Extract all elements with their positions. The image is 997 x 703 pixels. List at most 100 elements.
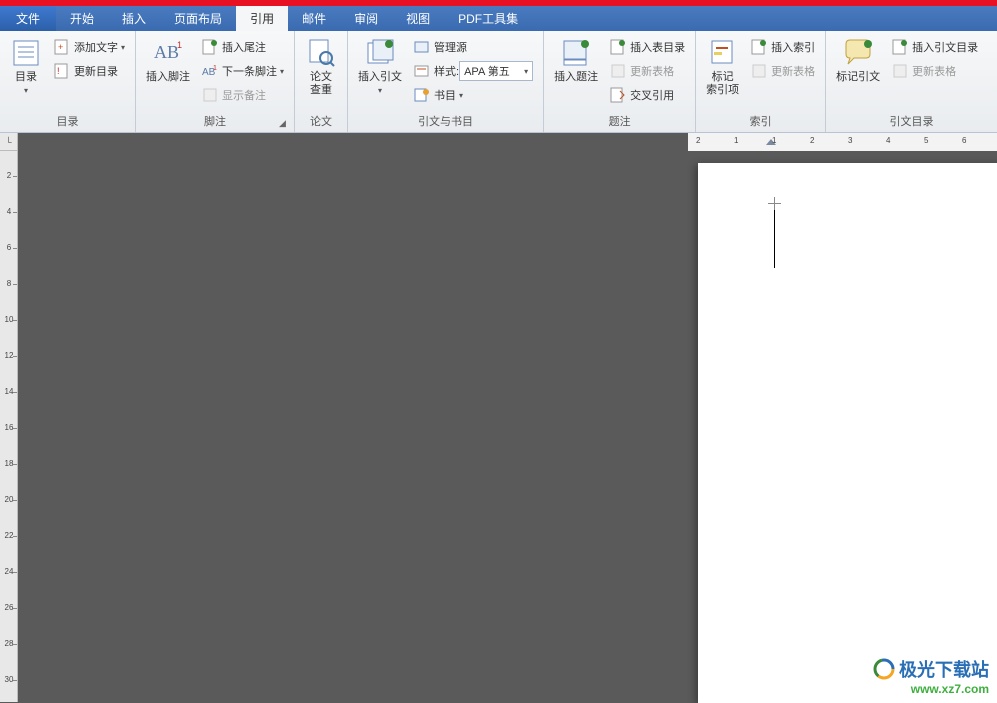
- footnotes-launcher[interactable]: ◢: [279, 118, 291, 130]
- manage-sources-icon: [414, 39, 430, 55]
- group-label-citations: 引文与书目: [352, 111, 539, 132]
- bibliography-button[interactable]: 书目 ▾: [410, 84, 537, 106]
- tab-layout[interactable]: 页面布局: [160, 6, 236, 31]
- tab-review[interactable]: 审阅: [340, 6, 392, 31]
- workspace: └ 24681012141618202224262830 21123456: [0, 133, 997, 702]
- insert-tof-button[interactable]: 插入表目录: [606, 36, 689, 58]
- insert-toa-label: 插入引文目录: [912, 39, 978, 55]
- insert-toa-button[interactable]: 插入引文目录: [888, 36, 982, 58]
- chevron-down-icon: ▾: [24, 86, 28, 95]
- update-toc-icon: !: [54, 63, 70, 79]
- group-label-footnotes: 脚注: [140, 111, 290, 132]
- svg-text:+: +: [58, 42, 63, 52]
- next-footnote-button[interactable]: AB1 下一条脚注 ▾: [198, 60, 288, 82]
- group-toa: 标记引文 插入引文目录 更新表格 引文目录: [826, 31, 997, 132]
- toc-button[interactable]: 目录▾: [4, 34, 48, 97]
- group-label-captions: 题注: [548, 111, 691, 132]
- paper-check-label: 论文 查重: [310, 71, 332, 97]
- show-notes-button[interactable]: 显示备注: [198, 84, 288, 106]
- update-toc-label: 更新目录: [74, 63, 118, 79]
- add-text-button[interactable]: + 添加文字 ▾: [50, 36, 129, 58]
- citation-style-select[interactable]: APA 第五 ▾: [459, 61, 533, 81]
- hruler-tick: 6: [962, 136, 966, 145]
- insert-footnote-button[interactable]: AB1 插入脚注: [140, 34, 196, 84]
- chevron-down-icon: ▾: [280, 67, 284, 76]
- insert-tof-label: 插入表目录: [630, 39, 685, 55]
- hruler-tick: 2: [696, 136, 700, 145]
- next-footnote-icon: AB1: [202, 63, 218, 79]
- group-paper: 论文 查重 论文: [295, 31, 348, 132]
- add-text-label: 添加文字: [74, 39, 118, 55]
- hruler-tick: 1: [772, 136, 776, 145]
- document-page[interactable]: [698, 163, 997, 703]
- hruler-tick: 4: [886, 136, 890, 145]
- vruler-tick: 8: [2, 279, 16, 288]
- paper-check-icon: [305, 37, 337, 69]
- cross-ref-icon: [610, 87, 626, 103]
- vruler-tick: 26: [2, 603, 16, 612]
- tab-references[interactable]: 引用: [236, 6, 288, 31]
- watermark: 极光下载站 www.xz7.com: [873, 656, 989, 696]
- chevron-down-icon: ▾: [524, 67, 528, 76]
- citation-style-row: 样式: APA 第五 ▾: [410, 60, 537, 82]
- mark-citation-button[interactable]: 标记引文: [830, 34, 886, 84]
- toc-label: 目录▾: [15, 71, 37, 97]
- vruler-tick: 22: [2, 531, 16, 540]
- vruler-tick: 28: [2, 639, 16, 648]
- svg-text:1: 1: [213, 65, 217, 72]
- insert-endnote-button[interactable]: 插入尾注: [198, 36, 288, 58]
- hruler-inactive: [18, 133, 688, 151]
- insert-footnote-label: 插入脚注: [146, 71, 190, 84]
- manage-sources-label: 管理源: [434, 39, 467, 55]
- update-table-icon: [610, 63, 626, 79]
- update-toa-label: 更新表格: [912, 63, 956, 79]
- mark-index-label: 标记 索引项: [706, 71, 739, 97]
- tab-insert[interactable]: 插入: [108, 6, 160, 31]
- ruler-corner[interactable]: └: [0, 133, 17, 151]
- vruler-tick: 18: [2, 459, 16, 468]
- vruler-tick: 2: [2, 171, 16, 180]
- insert-index-icon: [751, 39, 767, 55]
- vruler-tick: 4: [2, 207, 16, 216]
- insert-citation-button[interactable]: 插入引文▾: [352, 34, 408, 97]
- document-canvas[interactable]: 21123456: [18, 133, 997, 702]
- hruler-tick: 2: [810, 136, 814, 145]
- update-captions-table-button[interactable]: 更新表格: [606, 60, 689, 82]
- insert-index-button[interactable]: 插入索引: [747, 36, 819, 58]
- group-label-index: 索引: [700, 111, 821, 132]
- mark-index-entry-button[interactable]: 标记 索引项: [700, 34, 745, 97]
- tab-file[interactable]: 文件: [0, 6, 56, 31]
- update-index-label: 更新表格: [771, 63, 815, 79]
- hruler-tick: 1: [734, 136, 738, 145]
- endnote-icon: [202, 39, 218, 55]
- paper-check-button[interactable]: 论文 查重: [299, 34, 343, 97]
- style-label: 样式:: [434, 63, 459, 79]
- cross-reference-button[interactable]: 交叉引用: [606, 84, 689, 106]
- tab-home[interactable]: 开始: [56, 6, 108, 31]
- insert-index-label: 插入索引: [771, 39, 815, 55]
- vruler-tick: 12: [2, 351, 16, 360]
- style-value: APA 第五: [464, 63, 510, 79]
- svg-text:AB: AB: [154, 42, 179, 62]
- chevron-down-icon: ▾: [121, 43, 125, 52]
- update-toc-button[interactable]: ! 更新目录: [50, 60, 129, 82]
- show-notes-label: 显示备注: [222, 87, 266, 103]
- group-label-paper: 论文: [299, 111, 343, 132]
- update-index-button[interactable]: 更新表格: [747, 60, 819, 82]
- update-toa-button[interactable]: 更新表格: [888, 60, 982, 82]
- tab-pdf[interactable]: PDF工具集: [444, 6, 532, 31]
- cursor-cross-icon: [768, 203, 781, 204]
- group-toc: 目录▾ + 添加文字 ▾ ! 更新目录 目录: [0, 31, 136, 132]
- group-captions: 插入题注 插入表目录 更新表格 交叉引用 题注: [544, 31, 696, 132]
- cross-ref-label: 交叉引用: [630, 87, 674, 103]
- insert-caption-label: 插入题注: [554, 71, 598, 84]
- vruler-tick: 14: [2, 387, 16, 396]
- hruler-tick: 3: [848, 136, 852, 145]
- update-toa-icon: [892, 63, 908, 79]
- tab-view[interactable]: 视图: [392, 6, 444, 31]
- style-icon: [414, 63, 430, 79]
- insert-caption-button[interactable]: 插入题注: [548, 34, 604, 84]
- manage-sources-button[interactable]: 管理源: [410, 36, 537, 58]
- watermark-name: 极光下载站: [899, 656, 989, 682]
- tab-mail[interactable]: 邮件: [288, 6, 340, 31]
